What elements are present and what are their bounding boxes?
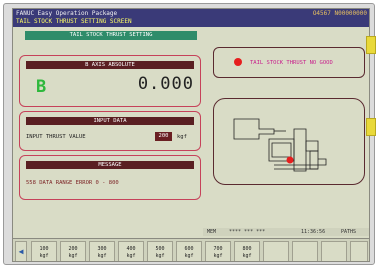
cnc-screen: FANUC Easy Operation Package TAIL STOCK … bbox=[12, 8, 370, 262]
softkey-blank[interactable] bbox=[263, 241, 289, 261]
status-indicator-icon bbox=[234, 58, 242, 66]
thrust-status-text: TAIL STOCK THRUST NO GOOD bbox=[250, 60, 333, 66]
softkey-200[interactable]: 200 kgf bbox=[60, 241, 86, 261]
axis-position-panel: B AXIS ABSOLUTE B 0.000 bbox=[19, 55, 201, 107]
callout-tab bbox=[366, 118, 376, 136]
callout-tab bbox=[366, 36, 376, 54]
message-panel-title: MESSAGE bbox=[26, 161, 194, 169]
thrust-status-box: TAIL STOCK THRUST NO GOOD bbox=[213, 47, 365, 78]
message-panel: MESSAGE 558 DATA RANGE ERROR 0 - 800 bbox=[19, 155, 201, 200]
left-arrow-icon[interactable]: ◀ bbox=[15, 241, 27, 261]
path-label: PATHS bbox=[341, 229, 357, 235]
softkey-500[interactable]: 500 kgf bbox=[147, 241, 173, 261]
input-thrust-label: INPUT THRUST VALUE bbox=[26, 134, 86, 140]
axis-letter: B bbox=[36, 77, 47, 97]
softkey-800[interactable]: 800 kgf bbox=[234, 241, 260, 261]
title-bar: FANUC Easy Operation Package TAIL STOCK … bbox=[13, 9, 369, 27]
clock: 11:36:56 bbox=[301, 229, 326, 235]
monitor-frame: FANUC Easy Operation Package TAIL STOCK … bbox=[3, 3, 375, 265]
input-panel-title: INPUT DATA bbox=[26, 117, 194, 125]
softkey-blank[interactable] bbox=[321, 241, 347, 261]
softkey-400[interactable]: 400 kgf bbox=[118, 241, 144, 261]
softkey-blank[interactable] bbox=[350, 241, 368, 261]
input-data-panel: INPUT DATA INPUT THRUST VALUE 200 kgf bbox=[19, 111, 201, 151]
softkey-100[interactable]: 100 kgf bbox=[31, 241, 57, 261]
error-message: 558 DATA RANGE ERROR 0 - 800 bbox=[26, 180, 119, 186]
screen-title: TAIL STOCK THRUST SETTING SCREEN bbox=[16, 18, 132, 25]
softkey-bar: ◀ 100 kgf 200 kgf 300 kgf 400 kgf 500 kgf 600… bbox=[13, 238, 369, 261]
softkey-600[interactable]: 600 kgf bbox=[176, 241, 202, 261]
status-line: MEM **** *** *** 11:36:56 PATHS bbox=[203, 228, 369, 236]
app-title: FANUC Easy Operation Package bbox=[16, 10, 118, 17]
axis-value: 0.000 bbox=[137, 74, 194, 94]
axis-panel-title: B AXIS ABSOLUTE bbox=[26, 61, 194, 69]
softkey-300[interactable]: 300 kgf bbox=[89, 241, 115, 261]
mode-indicator: MEM bbox=[207, 229, 217, 235]
status-stars: **** *** *** bbox=[229, 229, 266, 235]
thrust-unit: kgf bbox=[177, 134, 187, 140]
thrust-value-input[interactable]: 200 bbox=[155, 132, 172, 141]
program-code: O4567 N00000000 bbox=[312, 10, 367, 17]
screen-banner: TAIL STOCK THRUST SETTING bbox=[25, 31, 197, 40]
softkey-blank[interactable] bbox=[292, 241, 318, 261]
softkey-700[interactable]: 700 kgf bbox=[205, 241, 231, 261]
tailstock-diagram-icon bbox=[233, 118, 327, 172]
machine-diagram bbox=[213, 98, 365, 185]
